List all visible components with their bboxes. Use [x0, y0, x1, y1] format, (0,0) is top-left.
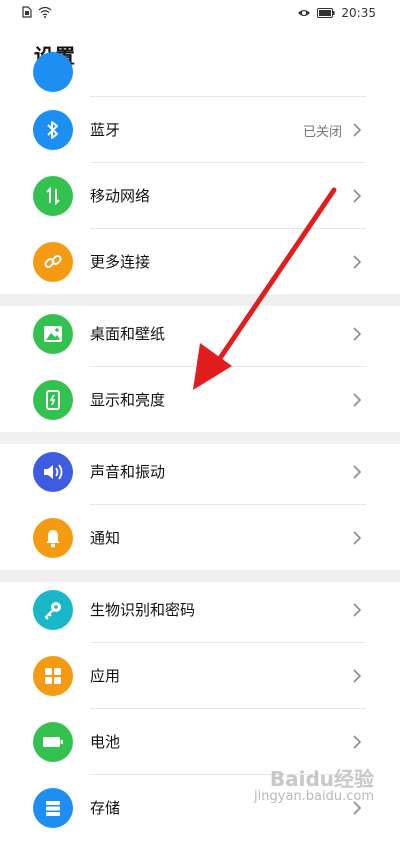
watermark-brand: Baidu经验	[269, 766, 374, 791]
watermark-url: jingyan.baidu.com	[254, 788, 374, 804]
annotation-arrow-icon	[193, 187, 337, 390]
watermark: Baidu经验 jingyan.baidu.com	[254, 768, 374, 804]
